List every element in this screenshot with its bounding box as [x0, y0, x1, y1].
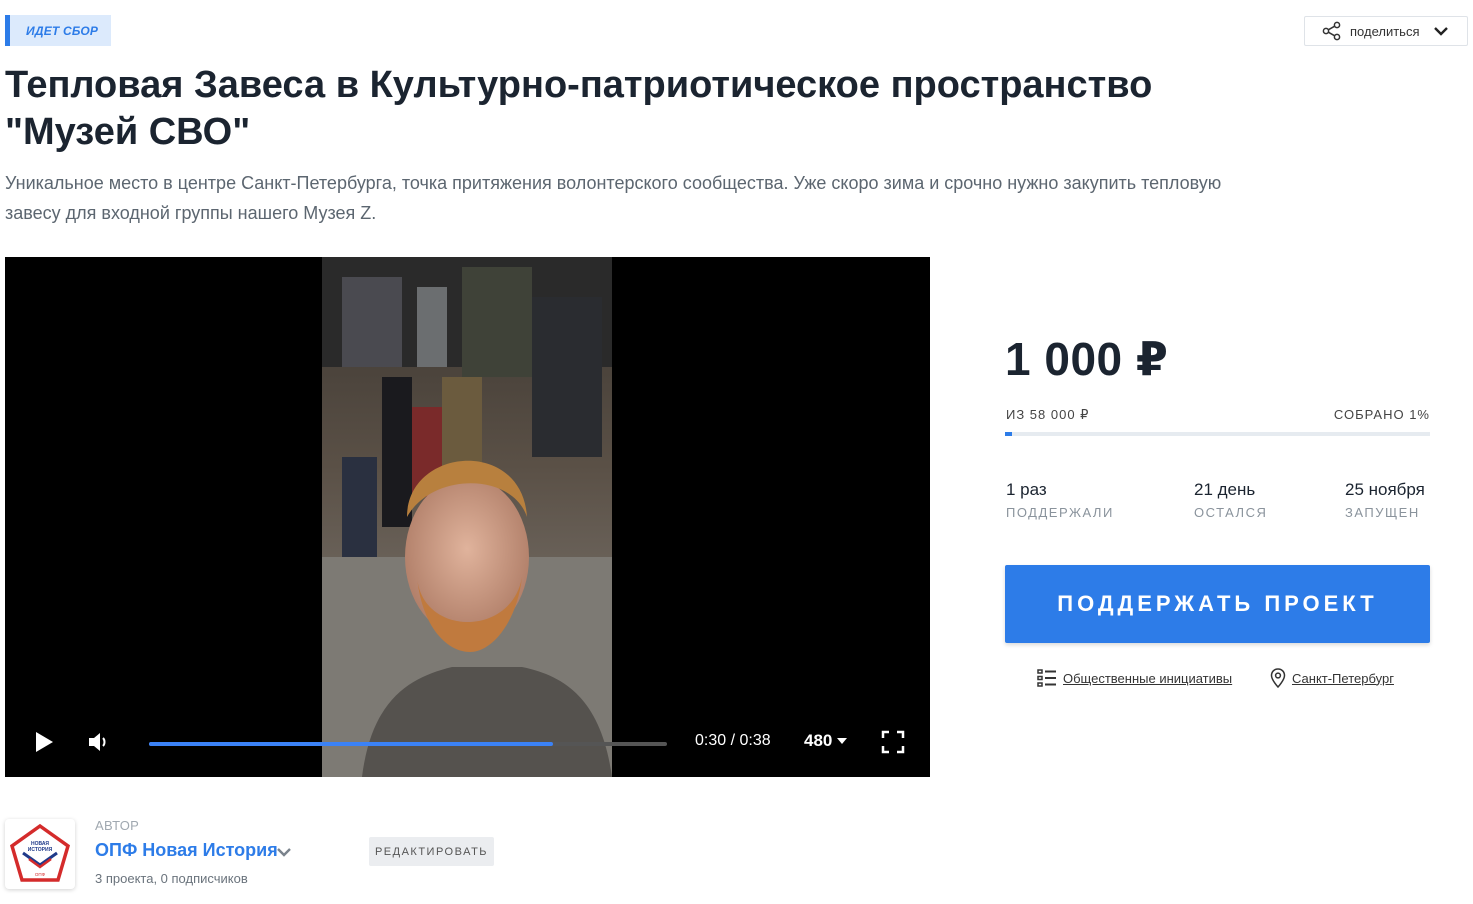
- video-frame: [322, 257, 612, 777]
- video-controls: 0:30 / 0:38 480: [5, 713, 930, 777]
- stat-value: 25 ноября: [1345, 480, 1425, 499]
- stat-days-left: 21 день ОСТАЛСЯ: [1194, 480, 1267, 520]
- chevron-down-icon: [1434, 27, 1449, 36]
- time-separator: /: [730, 732, 736, 749]
- stat-supporters: 1 раз ПОДДЕРЖАЛИ: [1006, 480, 1114, 520]
- funding-goal: ИЗ 58 000 ₽: [1006, 407, 1090, 422]
- stat-launched: 25 ноября ЗАПУЩЕН: [1345, 480, 1425, 520]
- author-avatar[interactable]: НОВАЯ ИСТОРИЯ ОПФ: [5, 819, 75, 889]
- quality-label: 480: [804, 731, 833, 750]
- page-title: Тепловая Завеса в Культурно-патриотическ…: [5, 64, 1153, 153]
- stat-value: 21 день: [1194, 480, 1256, 499]
- collected-amount: 1 000 ₽: [1005, 333, 1169, 385]
- stat-label: ПОДДЕРЖАЛИ: [1006, 505, 1114, 520]
- logo-text-line-3: ОПФ: [35, 872, 46, 877]
- volume-icon[interactable]: [87, 730, 111, 754]
- author-name-link[interactable]: ОПФ Новая История: [95, 840, 278, 861]
- project-description: Уникальное место в центре Санкт-Петербур…: [5, 173, 1222, 223]
- play-icon[interactable]: [33, 730, 55, 754]
- video-time: 0:30 / 0:38: [695, 732, 771, 750]
- edit-button[interactable]: РЕДАКТИРОВАТЬ: [369, 837, 494, 866]
- logo-text-line-2: ИСТОРИЯ: [28, 847, 53, 853]
- location-label: Санкт-Петербург: [1292, 670, 1394, 686]
- stat-label: ЗАПУЩЕН: [1345, 505, 1420, 520]
- quality-selector[interactable]: 480: [804, 731, 848, 751]
- share-label: поделиться: [1350, 23, 1420, 39]
- video-player[interactable]: 0:30 / 0:38 480: [5, 257, 930, 777]
- status-badge-label: ИДЕТ СБОР: [26, 23, 99, 38]
- fullscreen-icon[interactable]: [881, 730, 905, 754]
- category-link[interactable]: Общественные инициативы: [1037, 668, 1232, 688]
- status-badge: ИДЕТ СБОР: [5, 15, 111, 46]
- category-label: Общественные инициативы: [1063, 670, 1233, 686]
- collected-percent: СОБРАНО 1%: [1333, 407, 1430, 422]
- stat-label: ОСТАЛСЯ: [1194, 505, 1268, 520]
- author-logo: НОВАЯ ИСТОРИЯ ОПФ: [9, 823, 71, 882]
- share-button[interactable]: поделиться: [1304, 16, 1468, 46]
- author-stats: 3 проекта, 0 подписчиков: [95, 871, 248, 886]
- list-icon: [1037, 669, 1056, 687]
- funding-progress-bar: [1005, 432, 1430, 436]
- support-project-button[interactable]: ПОДДЕРЖАТЬ ПРОЕКТ: [1005, 565, 1430, 643]
- location-link[interactable]: Санкт-Петербург: [1270, 668, 1394, 688]
- funding-progress-fill: [1005, 432, 1013, 436]
- stat-value: 1 раз: [1006, 480, 1047, 499]
- time-current: 0:30: [695, 732, 727, 749]
- time-total: 0:38: [739, 732, 771, 749]
- location-pin-icon: [1270, 668, 1286, 688]
- video-progress-fill: [149, 742, 554, 746]
- caret-down-icon: [837, 738, 848, 744]
- chevron-down-icon[interactable]: [276, 845, 292, 859]
- share-icon: [1322, 21, 1341, 41]
- video-progress-track[interactable]: [149, 742, 667, 746]
- author-caption: АВТОР: [95, 818, 140, 833]
